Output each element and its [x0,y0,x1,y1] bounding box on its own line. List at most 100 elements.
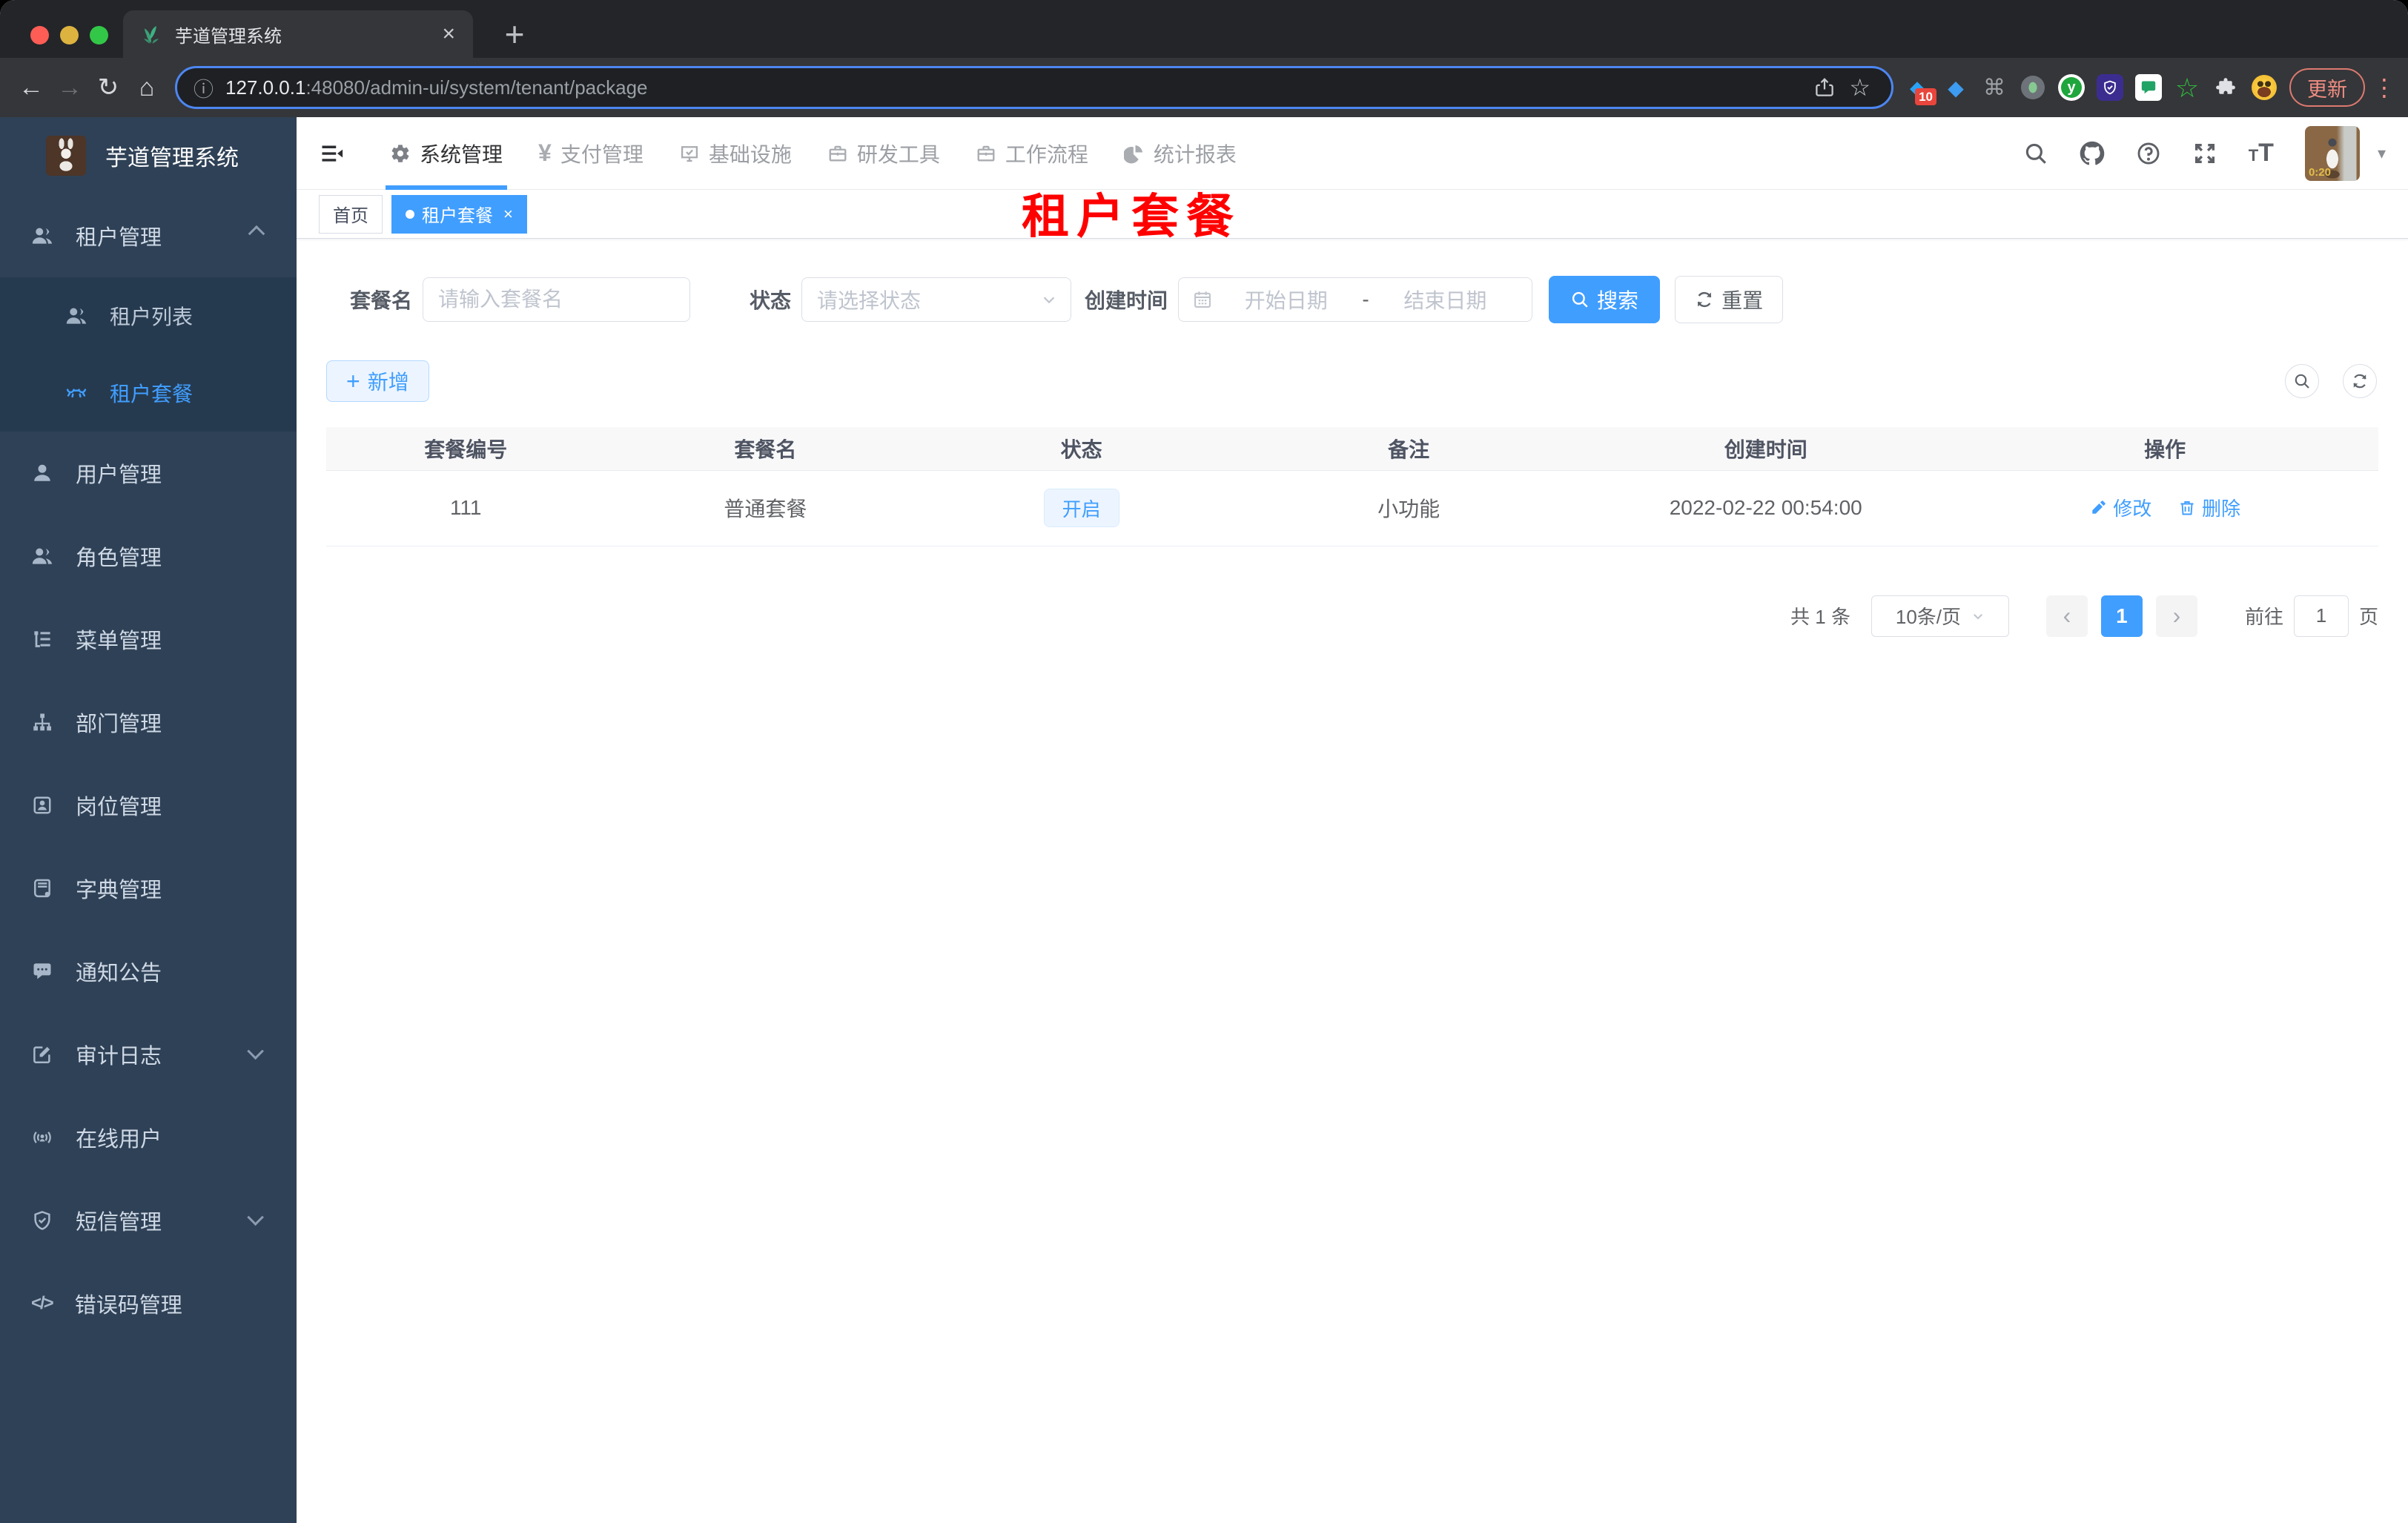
font-size-icon[interactable]: TT [2249,139,2274,168]
fullscreen-icon[interactable] [2192,141,2217,166]
topnav-system[interactable]: 系统管理 [372,117,520,190]
sidebar-item-menu-management[interactable]: 菜单管理 [0,598,297,681]
sidebar-item-tenant-list[interactable]: 租户列表 [0,277,297,354]
refresh-table-button[interactable] [2343,364,2377,398]
tab-strip: 芋道管理系统 × + [0,0,2408,58]
extension-orb-icon[interactable] [2018,73,2048,102]
sidebar-item-online-users[interactable]: 在线用户 [0,1096,297,1179]
topnav-reports[interactable]: 统计报表 [1106,117,1254,190]
package-name-input[interactable] [423,277,691,322]
extension-diamond-icon[interactable]: ◆ 10 [1902,73,1936,105]
status-select[interactable]: 请选择状态 [801,277,1072,322]
sidebar-item-notice[interactable]: 通知公告 [0,930,297,1013]
cell-remark: 小功能 [1237,470,1581,546]
extension-star-icon[interactable]: ☆ [2172,73,2202,103]
status-badge[interactable]: 开启 [1043,489,1119,527]
yen-icon: ¥ [538,139,552,166]
back-icon[interactable]: ← [12,67,50,108]
chevron-down-icon [1971,609,1985,623]
users-icon [31,545,53,567]
extension-badge: 10 [1915,88,1936,105]
page-size-select[interactable]: 10条/页 [1870,595,2009,637]
col-package-id: 套餐编号 [326,427,606,471]
extension-gem-icon[interactable]: ◆ [1941,73,1971,102]
sidebar-item-error-code[interactable]: </> 错误码管理 [0,1262,297,1345]
audit-icon [31,1043,53,1066]
extension-shield-icon[interactable] [2095,73,2125,102]
share-icon[interactable] [1813,76,1836,99]
help-icon[interactable] [2136,141,2161,166]
sidebar-item-sms-management[interactable]: 短信管理 [0,1179,297,1262]
topnav-workflow[interactable]: 工作流程 [958,117,1106,190]
search-button[interactable]: 搜索 [1549,276,1661,323]
sidebar-item-tenant-package[interactable]: 租户套餐 [0,354,297,432]
logo-rabbit-avatar [46,136,86,176]
url-text: 127.0.0.1:48080/admin-ui/system/tenant/p… [225,76,648,99]
sidebar-item-user-management[interactable]: 用户管理 [0,432,297,515]
topnav-infrastructure[interactable]: 基础设施 [661,117,810,190]
reload-icon[interactable]: ↻ [89,67,128,108]
package-table: 套餐编号 套餐名 状态 备注 创建时间 操作 111 普通套餐 开启 小功能 2… [326,427,2378,546]
date-range-picker[interactable]: 开始日期 - 结束日期 [1178,277,1533,322]
extension-y-icon[interactable]: y [2057,73,2086,102]
github-icon[interactable] [2080,141,2105,166]
cell-create-time: 2022-02-22 00:54:00 [1580,470,1952,546]
add-button[interactable]: + 新增 [326,360,429,402]
address-bar[interactable]: ⓘ 127.0.0.1:48080/admin-ui/system/tenant… [175,66,1893,109]
org-chart-icon [31,711,53,733]
minimize-window-button[interactable] [60,26,79,44]
app-logo: 芋道管理系统 [0,117,297,194]
topnav-dev-tools[interactable]: 研发工具 [810,117,958,190]
goto-page-input[interactable] [2293,595,2349,637]
home-icon[interactable]: ⌂ [128,67,166,108]
tag-tenant-package[interactable]: 租户套餐 × [391,194,527,234]
sidebar-item-post-management[interactable]: 岗位管理 [0,764,297,847]
extensions-row: ◆ 10 ◆ ⌘ y ☆ [1902,73,2279,105]
prev-page-button[interactable]: ‹ [2045,595,2088,637]
sidebar-item-tenant-management[interactable]: 租户管理 [0,194,297,277]
browser-tab[interactable]: 芋道管理系统 × [123,10,473,58]
reset-button[interactable]: 重置 [1675,276,1784,323]
sidebar-item-role-management[interactable]: 角色管理 [0,515,297,598]
forward-icon[interactable]: → [50,67,89,108]
tab-title: 芋道管理系统 [175,26,282,47]
user-avatar[interactable]: 0:20 [2304,125,2360,181]
next-page-button[interactable]: › [2155,595,2197,637]
new-tab-button[interactable]: + [492,10,537,58]
chrome-update-button[interactable]: 更新 [2289,68,2365,107]
extension-chat-icon[interactable] [2134,73,2163,102]
tab-close-icon[interactable]: × [437,23,460,45]
main-area: 系统管理 ¥ 支付管理 基础设施 研发工具 工作流程 统计报表 TT 0:20 … [297,117,2408,1523]
close-window-button[interactable] [30,26,49,44]
sidebar-item-audit-log[interactable]: 审计日志 [0,1013,297,1096]
sidebar-item-dict-management[interactable]: 字典管理 [0,847,297,930]
users-icon [65,305,87,327]
navbar-tools: TT 0:20 ▾ [2023,125,2386,181]
browser-window: 芋道管理系统 × + ← → ↻ ⌂ ⓘ 127.0.0.1:48080/adm… [0,0,2408,1523]
active-dot-icon [406,209,414,219]
edit-link[interactable]: 修改 [2089,494,2151,521]
site-info-icon[interactable]: ⓘ [194,73,214,102]
refresh-icon [2351,372,2369,390]
delete-link[interactable]: 删除 [2178,494,2240,521]
table-header-row: 套餐编号 套餐名 状态 备注 创建时间 操作 [326,427,2378,471]
extensions-puzzle-icon[interactable] [2211,73,2240,102]
browser-menu-icon[interactable]: ⋮ [2372,73,2396,102]
sidebar-item-department-management[interactable]: 部门管理 [0,681,297,764]
gear-icon [390,143,411,164]
zoom-window-button[interactable] [90,26,108,44]
cell-package-id: 111 [326,470,606,546]
bookmark-star-icon[interactable]: ☆ [1849,73,1870,102]
search-icon[interactable] [2023,141,2048,166]
current-page[interactable]: 1 [2100,595,2143,637]
col-remark: 备注 [1237,427,1581,471]
tag-close-icon[interactable]: × [503,205,513,224]
chat-icon [31,960,53,982]
tag-home[interactable]: 首页 [319,194,383,234]
sidebar-fold-icon[interactable] [319,140,345,167]
extension-command-icon[interactable]: ⌘ [1979,73,2009,102]
toggle-search-button[interactable] [2285,364,2319,398]
topnav-payment[interactable]: ¥ 支付管理 [520,117,661,190]
caret-down-icon[interactable]: ▾ [2378,144,2386,163]
extension-emoji-icon[interactable] [2249,73,2279,102]
